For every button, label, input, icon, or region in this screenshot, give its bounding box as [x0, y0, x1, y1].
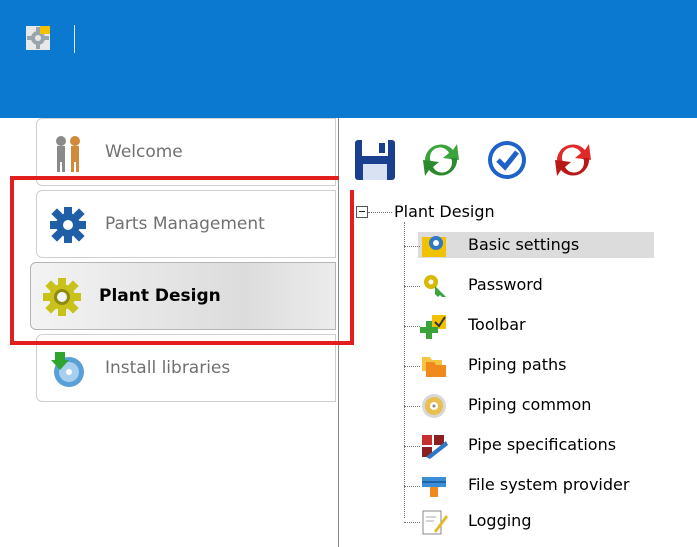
- blue-check-icon[interactable]: [485, 138, 529, 182]
- gear-app-icon[interactable]: [26, 26, 50, 50]
- tree-branch: [404, 326, 420, 327]
- key-icon: [424, 275, 446, 297]
- tree-item-file-system-provider[interactable]: File system provider: [404, 470, 694, 500]
- tree-item-piping-common[interactable]: Piping common: [404, 390, 694, 420]
- tree-item-piping-paths[interactable]: Piping paths: [404, 350, 694, 380]
- green-refresh-icon[interactable]: [419, 138, 463, 182]
- tree-item-label: Logging: [468, 511, 532, 530]
- basic-settings-icon: [422, 236, 446, 257]
- log-document-icon: [422, 510, 448, 535]
- tree-branch: [404, 486, 420, 487]
- highlight-annotation: [10, 176, 354, 345]
- collapse-toggle-icon[interactable]: [356, 206, 368, 218]
- folders-icon: [422, 357, 446, 377]
- tree-item-label: Toolbar: [468, 315, 526, 334]
- cd-gear-icon: [422, 394, 446, 418]
- tree-branch: [404, 446, 420, 447]
- red-refresh-icon[interactable]: [551, 138, 595, 182]
- tree-root-connector: [368, 212, 392, 213]
- title-bar: [0, 0, 697, 118]
- tree-item-label: File system provider: [468, 475, 630, 494]
- tree-branch: [404, 406, 420, 407]
- toolbar: [339, 118, 697, 190]
- settings-tree: Plant Design Basic settings Password Too…: [352, 200, 697, 547]
- tree-item-label: Piping paths: [468, 355, 567, 374]
- tree-item-toolbar[interactable]: Toolbar: [404, 310, 694, 340]
- toolbar-plus-icon: [420, 315, 446, 339]
- welcome-people-icon: [56, 136, 80, 172]
- tree-item-label: Piping common: [468, 395, 592, 414]
- tree-item-basic-settings[interactable]: Basic settings: [404, 230, 694, 260]
- floppy-save-icon[interactable]: [353, 138, 397, 182]
- title-separator: [74, 25, 75, 53]
- pipe-spec-icon: [422, 435, 448, 459]
- tree-item-logging[interactable]: Logging: [404, 506, 694, 536]
- tree-root-label[interactable]: Plant Design: [394, 202, 495, 221]
- tree-branch: [404, 522, 420, 523]
- tree-branch: [404, 246, 420, 247]
- tree-item-label: Pipe specifications: [468, 435, 617, 454]
- tree-item-pipe-specifications[interactable]: Pipe specifications: [404, 430, 694, 460]
- file-system-icon: [422, 477, 446, 497]
- tree-branch: [404, 366, 420, 367]
- tree-item-password[interactable]: Password: [404, 270, 694, 300]
- tree-item-label: Password: [468, 275, 543, 294]
- tree-item-label: Basic settings: [464, 234, 584, 256]
- tree-branch: [404, 286, 420, 287]
- install-disc-icon: [51, 352, 84, 387]
